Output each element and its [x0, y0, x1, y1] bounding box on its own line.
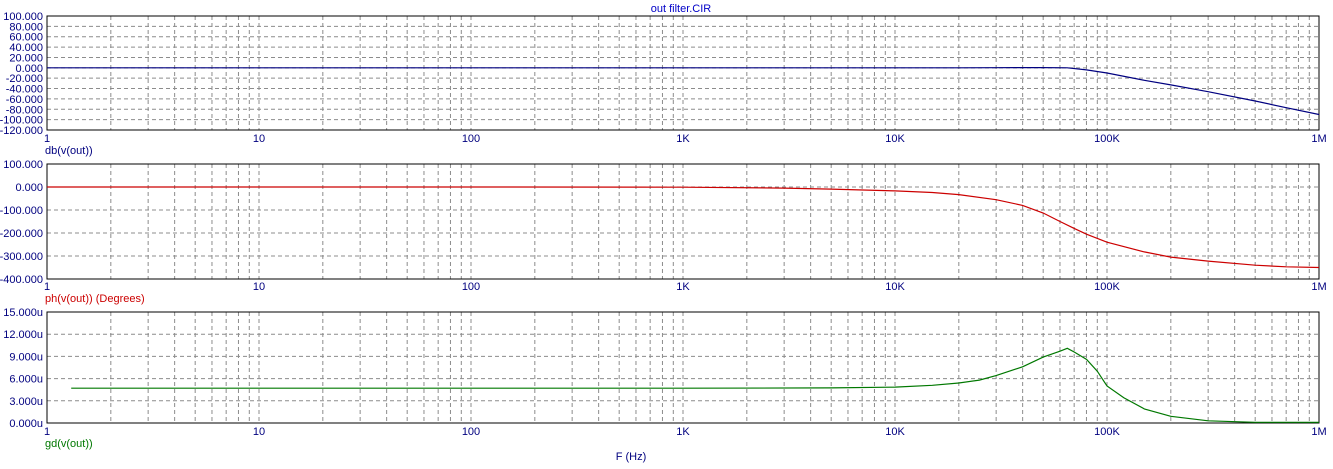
analysis-plot-window: out filter.CIR 100.00080.00060.00040.000…: [0, 3, 1327, 463]
x-tick-label: 10K: [885, 281, 905, 293]
trace-label: ph(v(out)) (Degrees): [45, 293, 145, 305]
y-tick-label: 3.000u: [9, 396, 43, 408]
x-tick-label: 100: [462, 426, 480, 438]
y-tick-label: -400.000: [0, 274, 43, 286]
x-tick-label: 100: [462, 133, 480, 145]
trace-label: db(v(out)): [45, 145, 93, 157]
x-tick-label: 10K: [885, 426, 905, 438]
y-tick-label: 15.000u: [3, 307, 43, 319]
x-tick-label: 1: [44, 133, 50, 145]
x-tick-label: 100K: [1094, 133, 1120, 145]
y-tick-label: 12.000u: [3, 329, 43, 341]
y-tick-label: 0.000u: [9, 418, 43, 430]
x-tick-label: 10: [253, 426, 265, 438]
plot-title: out filter.CIR: [651, 3, 712, 15]
x-tick-label: 1M: [1311, 281, 1326, 293]
plot-panels: 100.00080.00060.00040.00020.0000.000-20.…: [0, 11, 1327, 450]
y-tick-label: -300.000: [0, 251, 43, 263]
y-tick-label: -200.000: [0, 228, 43, 240]
x-tick-label: 1M: [1311, 133, 1326, 145]
x-tick-label: 10K: [885, 133, 905, 145]
x-tick-label: 100: [462, 281, 480, 293]
x-tick-label: 1: [44, 426, 50, 438]
x-tick-label: 1K: [676, 426, 690, 438]
chart-panel-2: 100.000 0.000 -100.000 -200.000 -300.000 -400…: [0, 159, 1327, 305]
chart-panel-3: 15.000u 12.000u 9.000u 6.000u 3.000u 0.000u1 1…: [3, 307, 1326, 450]
x-tick-label: 100K: [1094, 426, 1120, 438]
x-tick-label: 1K: [676, 281, 690, 293]
trace-label: gd(v(out)): [45, 438, 93, 450]
y-tick-label: 9.000u: [9, 351, 43, 363]
series-line-gd-v-out-: [71, 347, 1319, 423]
y-tick-label: -120.000: [0, 125, 43, 137]
x-axis-label: F (Hz): [616, 451, 647, 463]
x-tick-label: 100K: [1094, 281, 1120, 293]
chart-panel-1: 100.00080.00060.00040.00020.0000.000-20.…: [0, 11, 1327, 157]
x-tick-label: 1K: [676, 133, 690, 145]
y-tick-label: 100.000: [3, 159, 43, 171]
y-tick-label: 0.000: [15, 182, 43, 194]
y-tick-label: 6.000u: [9, 374, 43, 386]
x-tick-label: 10: [253, 133, 265, 145]
x-tick-label: 10: [253, 281, 265, 293]
y-tick-label: -100.000: [0, 205, 43, 217]
x-tick-label: 1: [44, 281, 50, 293]
x-tick-label: 1M: [1311, 426, 1326, 438]
